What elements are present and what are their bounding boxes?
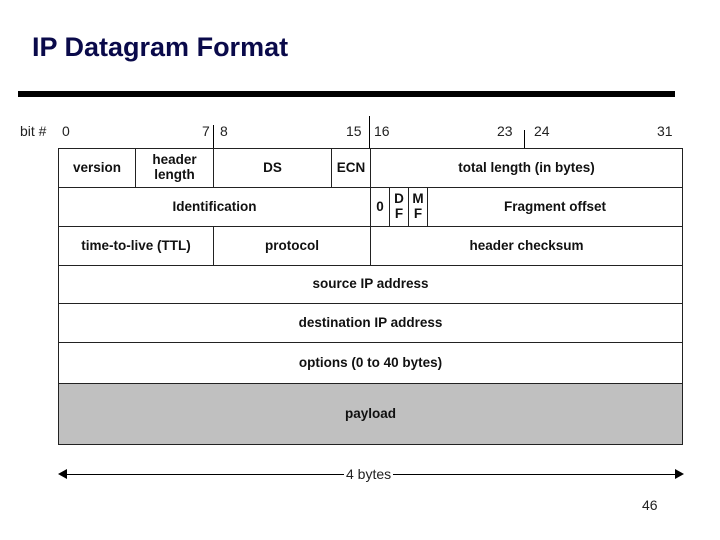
tick-byte-1 xyxy=(213,125,214,148)
bit-7: 7 xyxy=(202,123,210,139)
bit-15: 15 xyxy=(346,123,362,139)
arrowhead-right-icon xyxy=(675,469,684,479)
field-df: D F xyxy=(389,187,409,227)
field-options: options (0 to 40 bytes) xyxy=(58,342,683,384)
page-number: 46 xyxy=(642,497,658,513)
arrowhead-left-icon xyxy=(58,469,67,479)
field-payload: payload xyxy=(58,383,683,445)
field-flag-zero: 0 xyxy=(370,187,390,227)
field-protocol: protocol xyxy=(213,226,371,266)
tick-byte-2 xyxy=(369,116,370,148)
field-ds: DS xyxy=(213,148,332,188)
title-rule xyxy=(18,91,675,97)
width-label: 4 bytes xyxy=(344,466,394,482)
field-header-checksum: header checksum xyxy=(370,226,683,266)
field-ecn: ECN xyxy=(331,148,371,188)
bit-23: 23 xyxy=(497,123,513,139)
bit-0: 0 xyxy=(62,123,70,139)
slide-title: IP Datagram Format xyxy=(32,32,289,62)
field-ttl: time-to-live (TTL) xyxy=(58,226,214,266)
bit-prefix: bit # xyxy=(20,123,47,139)
field-total-length: total length (in bytes) xyxy=(370,148,683,188)
field-header-length: header length xyxy=(135,148,214,188)
field-mf: M F xyxy=(408,187,428,227)
tick-byte-3 xyxy=(524,130,525,148)
bit-16: 16 xyxy=(374,123,390,139)
field-version: version xyxy=(58,148,136,188)
bit-31: 31 xyxy=(657,123,673,139)
field-source-ip: source IP address xyxy=(58,265,683,304)
field-identification: Identification xyxy=(58,187,371,227)
field-destination-ip: destination IP address xyxy=(58,303,683,343)
bit-8: 8 xyxy=(220,123,228,139)
field-fragment-offset: Fragment offset xyxy=(427,187,683,227)
bit-24: 24 xyxy=(534,123,550,139)
